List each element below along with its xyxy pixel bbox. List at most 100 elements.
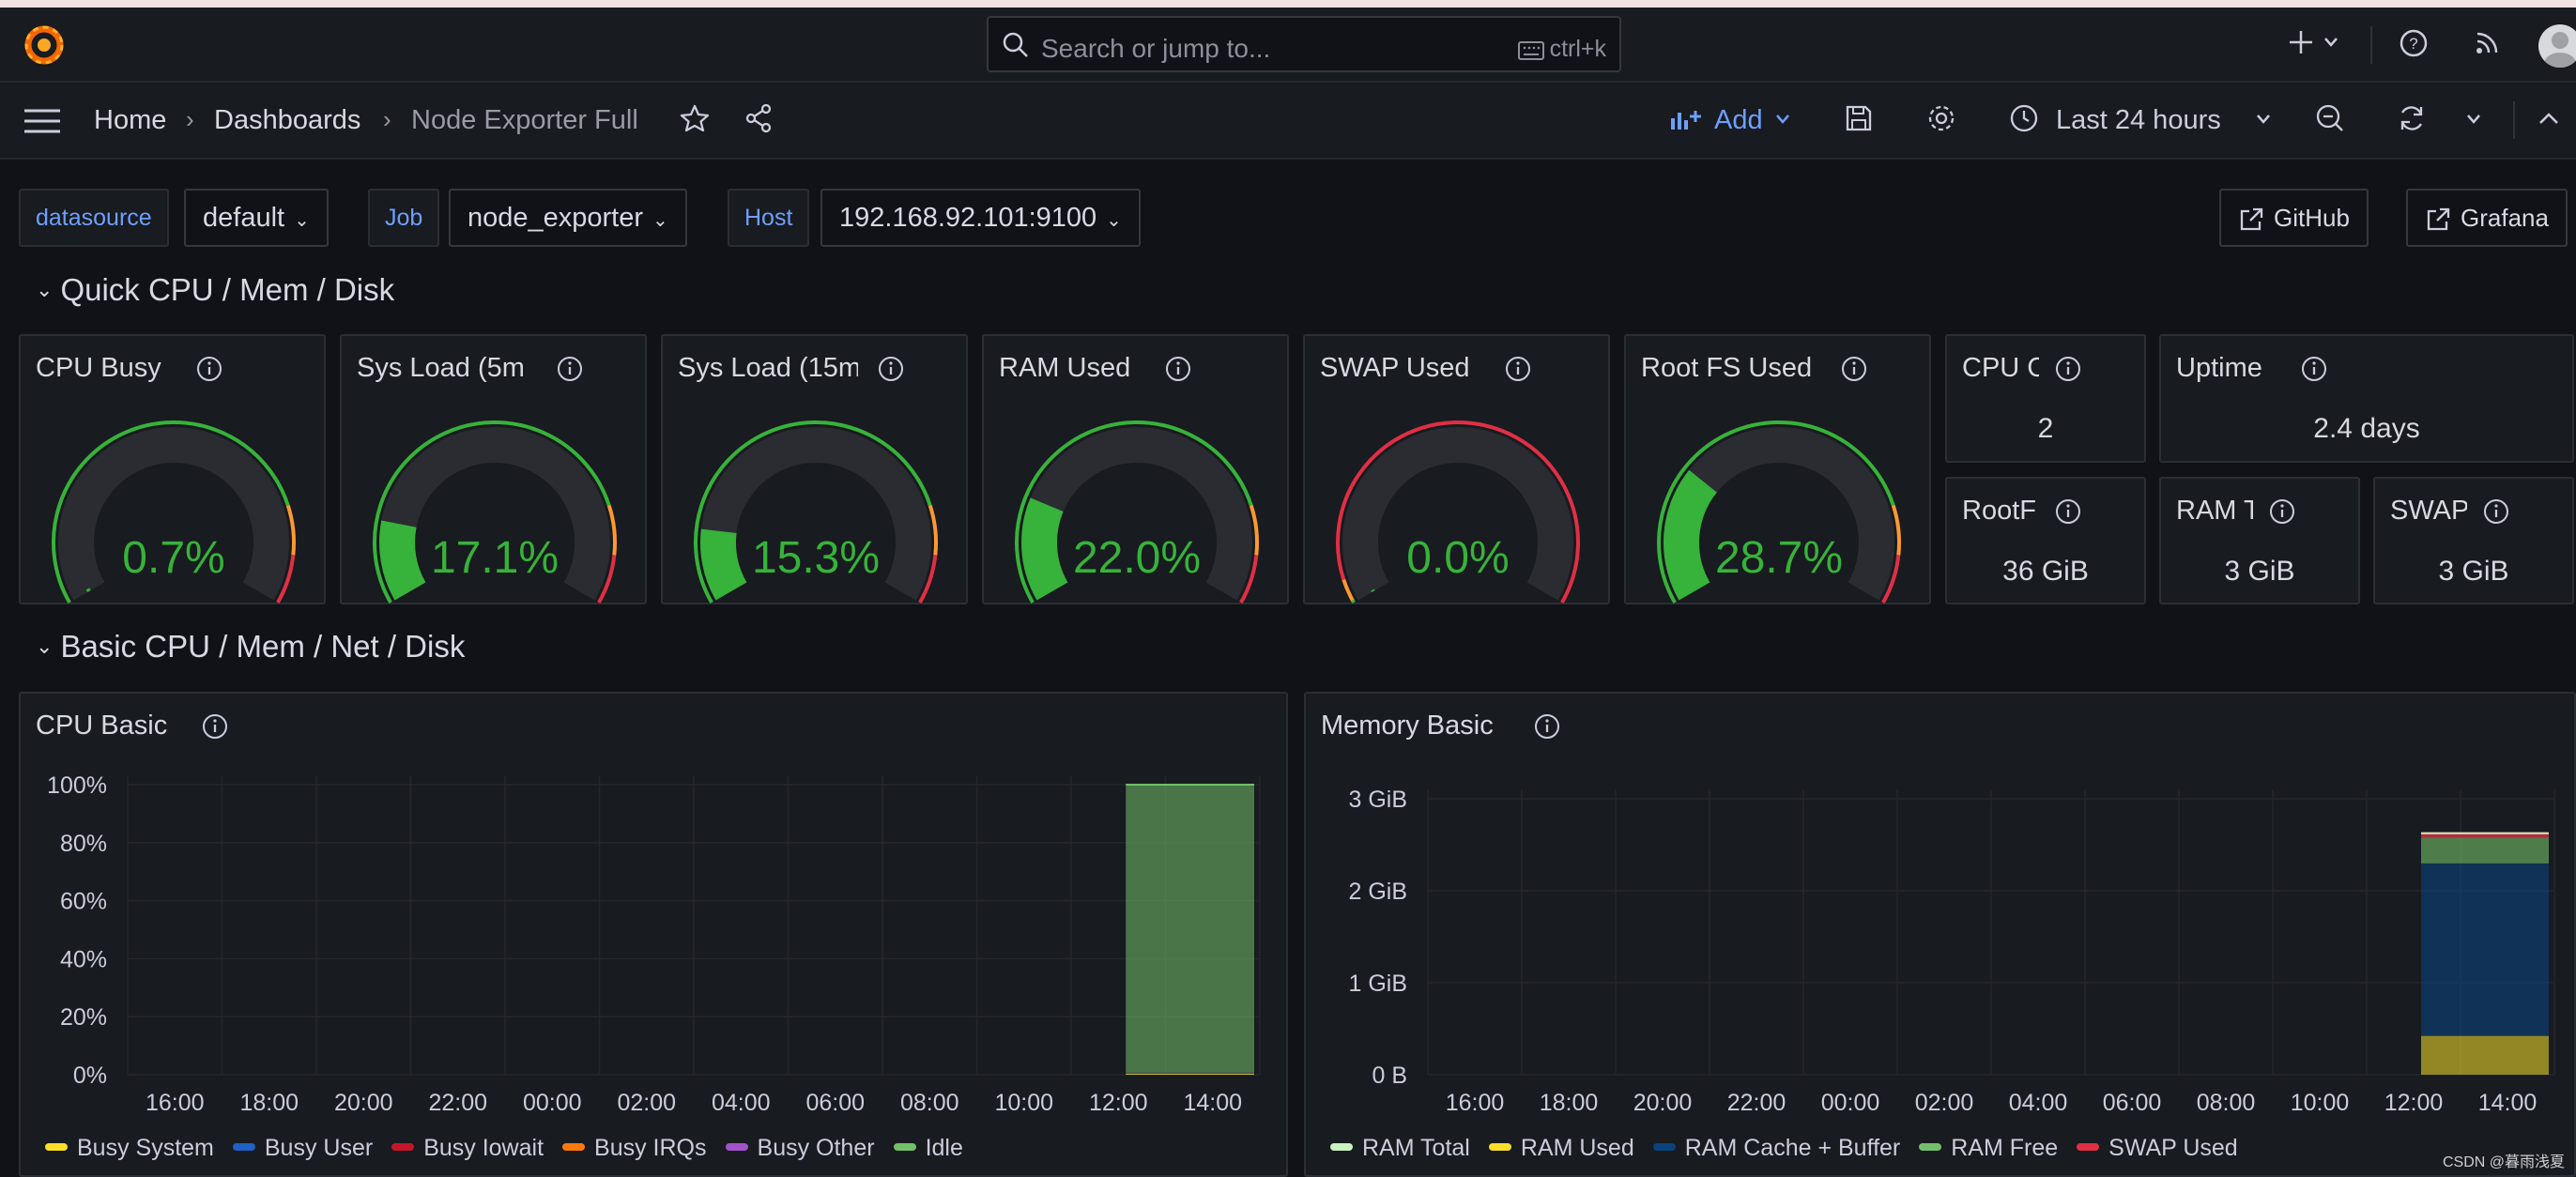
breadcrumb-home[interactable]: Home bbox=[94, 105, 166, 136]
y-tick-label: 40% bbox=[60, 946, 107, 972]
y-tick-label: 1 GiB bbox=[1348, 971, 1407, 997]
panel-gauge-root-fs-used[interactable]: Root FS Used 28.7% bbox=[1624, 334, 1931, 604]
legend-item[interactable]: RAM Cache + Buffer bbox=[1652, 1135, 1900, 1162]
panel-stat-swap-total[interactable]: SWAP 3 GiB bbox=[2373, 477, 2574, 604]
grafana-link-button[interactable]: Grafana bbox=[2406, 189, 2568, 247]
info-icon[interactable] bbox=[2054, 497, 2082, 526]
info-icon[interactable] bbox=[2054, 355, 2082, 383]
row-header-basic[interactable]: ⌄ Basic CPU / Mem / Net / Disk bbox=[36, 629, 465, 665]
legend-label: Busy Iowait bbox=[423, 1135, 544, 1161]
search-shortcut: ctrl+k bbox=[1517, 36, 1606, 63]
panel-title: RootF bbox=[1962, 496, 2036, 526]
info-icon[interactable] bbox=[195, 355, 223, 383]
legend-item[interactable]: RAM Used bbox=[1488, 1135, 1634, 1162]
panel-title: Root FS Used bbox=[1641, 353, 1813, 383]
legend-item[interactable]: Busy User bbox=[232, 1135, 374, 1162]
panel-cpu-basic[interactable]: CPU Basic 100% 80% 60% 40% 20% 0% 16:00 18:00 20… bbox=[19, 692, 1288, 1177]
zoom-out-icon[interactable] bbox=[2315, 103, 2345, 133]
save-dashboard-icon[interactable] bbox=[1844, 103, 1874, 133]
chevron-down-icon: ⌄ bbox=[1106, 210, 1122, 231]
legend-swatch bbox=[2077, 1143, 2100, 1151]
legend-item[interactable]: Busy Other bbox=[725, 1135, 875, 1162]
breadcrumb-current-dashboard: Node Exporter Full bbox=[411, 105, 638, 135]
panel-gauge-swap-used[interactable]: SWAP Used 0.0% bbox=[1303, 334, 1610, 604]
panel-stat-rootfs-total[interactable]: RootF 36 GiB bbox=[1945, 477, 2146, 604]
legend-swatch bbox=[45, 1143, 68, 1151]
gauge-value-arc bbox=[1664, 469, 1718, 601]
series-area-busy-user bbox=[1126, 1073, 1254, 1075]
memory-basic-chart[interactable]: 3 GiB 2 GiB 1 GiB 0 B 16:00 18:00 20:00 22:00 00… bbox=[1306, 694, 2576, 1177]
panel-gauge-cpu-busy[interactable]: CPU Busy 0.7% bbox=[19, 334, 326, 604]
x-tick-label: 06:00 bbox=[2103, 1090, 2162, 1116]
legend-label: RAM Used bbox=[1520, 1135, 1634, 1161]
chevron-down-icon[interactable] bbox=[2323, 36, 2339, 49]
x-tick-label: 22:00 bbox=[428, 1090, 487, 1116]
info-icon[interactable] bbox=[1504, 355, 1532, 383]
external-link-icon bbox=[2427, 207, 2450, 231]
panel-gauge-sys-load-15m[interactable]: Sys Load (15m 15.3% bbox=[661, 334, 968, 604]
legend-item[interactable]: Busy System bbox=[45, 1135, 214, 1162]
star-icon[interactable] bbox=[680, 103, 710, 133]
variable-value-datasource: default bbox=[203, 203, 285, 233]
legend-item[interactable]: Busy IRQs bbox=[562, 1135, 707, 1162]
variable-label-datasource: datasource bbox=[19, 189, 169, 247]
grafana-link-label: Grafana bbox=[2461, 204, 2549, 232]
clock-icon[interactable] bbox=[2009, 103, 2039, 133]
panel-gauge-sys-load-5m[interactable]: Sys Load (5m 17.1% bbox=[340, 334, 647, 604]
info-icon[interactable] bbox=[2300, 355, 2328, 383]
github-link-button[interactable]: GitHub bbox=[2219, 189, 2369, 247]
add-button[interactable]: Add bbox=[1714, 105, 1763, 136]
panel-stat-uptime[interactable]: Uptime 2.4 days bbox=[2159, 334, 2574, 463]
variable-select-datasource[interactable]: default ⌄ bbox=[184, 189, 329, 247]
info-icon[interactable] bbox=[2482, 497, 2510, 526]
share-icon[interactable] bbox=[744, 103, 774, 133]
gauge-value-label: 22.0% bbox=[1073, 533, 1201, 583]
cpu-basic-chart[interactable]: 100% 80% 60% 40% 20% 0% 16:00 18:00 20:00 22:00 00… bbox=[21, 694, 1290, 1177]
navbar-divider bbox=[2513, 101, 2515, 139]
collapse-chevron-up-icon[interactable] bbox=[2538, 111, 2560, 126]
variable-select-host[interactable]: 192.168.92.101:9100 ⌄ bbox=[820, 189, 1141, 247]
panel-title: RAM Used bbox=[999, 353, 1131, 383]
time-range-chevron-down-icon[interactable] bbox=[2255, 113, 2272, 126]
y-tick-label: 0 B bbox=[1372, 1062, 1407, 1089]
legend-item[interactable]: Busy Iowait bbox=[391, 1135, 544, 1162]
variable-select-job[interactable]: node_exporter ⌄ bbox=[449, 189, 687, 247]
stat-value: 3 GiB bbox=[2438, 556, 2509, 587]
user-avatar[interactable] bbox=[2538, 24, 2576, 68]
legend-label: Busy User bbox=[264, 1135, 374, 1161]
panel-stat-ram-total[interactable]: RAM T 3 GiB bbox=[2159, 477, 2360, 604]
x-tick-label: 10:00 bbox=[2291, 1090, 2350, 1116]
row-header-quick[interactable]: ⌄ Quick CPU / Mem / Disk bbox=[36, 272, 394, 308]
add-chevron-down-icon[interactable] bbox=[1774, 113, 1791, 126]
info-icon[interactable] bbox=[877, 355, 905, 383]
grafana-logo-icon[interactable] bbox=[21, 21, 68, 68]
panel-stat-cpu-cores[interactable]: CPU C 2 bbox=[1945, 334, 2146, 463]
gauge-value-arc bbox=[85, 588, 91, 592]
info-icon[interactable] bbox=[1840, 355, 1868, 383]
new-plus-icon[interactable] bbox=[2287, 28, 2315, 56]
legend-item[interactable]: RAM Free bbox=[1919, 1135, 2058, 1162]
external-link-icon bbox=[2240, 207, 2263, 231]
row-title-basic: Basic CPU / Mem / Net / Disk bbox=[60, 629, 466, 664]
chevron-down-icon: ⌄ bbox=[652, 210, 668, 231]
news-rss-icon[interactable] bbox=[2474, 28, 2502, 56]
legend-item[interactable]: SWAP Used bbox=[2077, 1135, 2238, 1162]
legend-item[interactable]: RAM Total bbox=[1330, 1135, 1470, 1162]
add-panel-icon[interactable] bbox=[1669, 107, 1703, 133]
panel-memory-basic[interactable]: Memory Basic 3 GiB 2 GiB 1 GiB 0 B 16:00 18:0… bbox=[1304, 692, 2576, 1177]
legend-item[interactable]: Idle bbox=[893, 1135, 963, 1162]
info-icon[interactable] bbox=[2268, 497, 2296, 526]
breadcrumb-dashboards[interactable]: Dashboards bbox=[214, 105, 360, 136]
legend-swatch bbox=[1488, 1143, 1511, 1151]
search-bar[interactable]: Search or jump to... ctrl+k bbox=[987, 16, 1621, 72]
refresh-icon[interactable] bbox=[2397, 103, 2427, 133]
help-icon[interactable]: ? bbox=[2399, 28, 2429, 58]
info-icon[interactable] bbox=[1164, 355, 1192, 383]
time-range-picker[interactable]: Last 24 hours bbox=[2056, 105, 2221, 136]
refresh-interval-chevron-down-icon[interactable] bbox=[2465, 113, 2482, 126]
svg-text:?: ? bbox=[2409, 35, 2417, 53]
panel-gauge-ram-used[interactable]: RAM Used 22.0% bbox=[982, 334, 1289, 604]
info-icon[interactable] bbox=[556, 355, 584, 383]
settings-gear-icon[interactable] bbox=[1926, 103, 1956, 133]
menu-hamburger-icon[interactable] bbox=[23, 107, 62, 135]
